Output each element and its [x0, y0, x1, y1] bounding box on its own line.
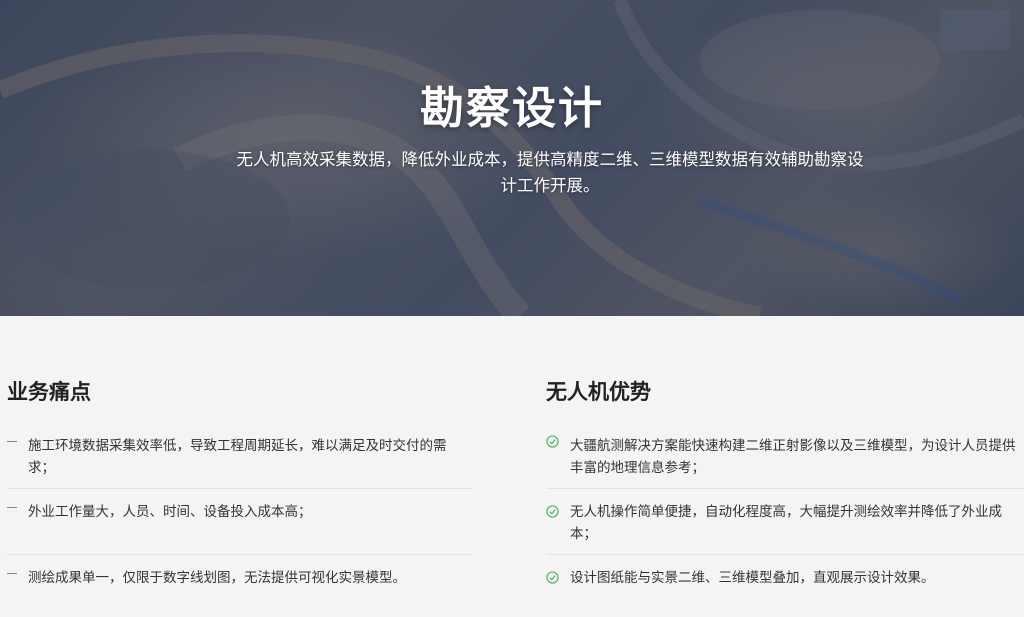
dash-icon	[7, 573, 17, 574]
pain-points-title: 业务痛点	[7, 380, 91, 404]
advantages-title: 无人机优势	[546, 380, 651, 404]
hero-description: 无人机高效采集数据，降低外业成本，提供高精度二维、三维模型数据有效辅助勘察设计工…	[236, 150, 864, 195]
advantage-text: 无人机操作简单便捷，自动化程度高，大幅提升测绘效率并降低了外业成本；	[570, 504, 1002, 542]
list-item: 施工环境数据采集效率低，导致工程周期延长，难以满足及时交付的需求；	[7, 431, 472, 489]
list-item: 测绘成果单一，仅限于数字线划图，无法提供可视化实景模型。	[7, 555, 472, 617]
pain-point-text: 外业工作量大，人员、时间、设备投入成本高；	[28, 504, 312, 520]
list-item: 无人机操作简单便捷，自动化程度高，大幅提升测绘效率并降低了外业成本；	[546, 489, 1024, 555]
check-circle-icon	[546, 571, 559, 584]
advantages-list: 大疆航测解决方案能快速构建二维正射影像以及三维模型，为设计人员提供丰富的地理信息…	[546, 431, 1024, 617]
check-circle-icon	[546, 505, 559, 518]
list-item: 外业工作量大，人员、时间、设备投入成本高；	[7, 489, 472, 555]
content-section: 业务痛点 施工环境数据采集效率低，导致工程周期延长，难以满足及时交付的需求； 外…	[0, 316, 1024, 602]
list-item: 大疆航测解决方案能快速构建二维正射影像以及三维模型，为设计人员提供丰富的地理信息…	[546, 431, 1024, 489]
pain-points-list: 施工环境数据采集效率低，导致工程周期延长，难以满足及时交付的需求； 外业工作量大…	[7, 431, 472, 617]
advantage-text: 设计图纸能与实景二维、三维模型叠加，直观展示设计效果。	[570, 570, 935, 586]
pain-point-text: 施工环境数据采集效率低，导致工程周期延长，难以满足及时交付的需求；	[28, 438, 447, 476]
list-item: 设计图纸能与实景二维、三维模型叠加，直观展示设计效果。	[546, 555, 1024, 617]
advantage-text: 大疆航测解决方案能快速构建二维正射影像以及三维模型，为设计人员提供丰富的地理信息…	[570, 438, 1016, 476]
pain-point-text: 测绘成果单一，仅限于数字线划图，无法提供可视化实景模型。	[28, 570, 406, 586]
dash-icon	[7, 507, 17, 508]
check-circle-icon	[546, 435, 559, 448]
hero-banner: 勘察设计 无人机高效采集数据，降低外业成本，提供高精度二维、三维模型数据有效辅助…	[0, 0, 1024, 316]
dash-icon	[7, 441, 17, 442]
page-title: 勘察设计	[420, 83, 604, 134]
